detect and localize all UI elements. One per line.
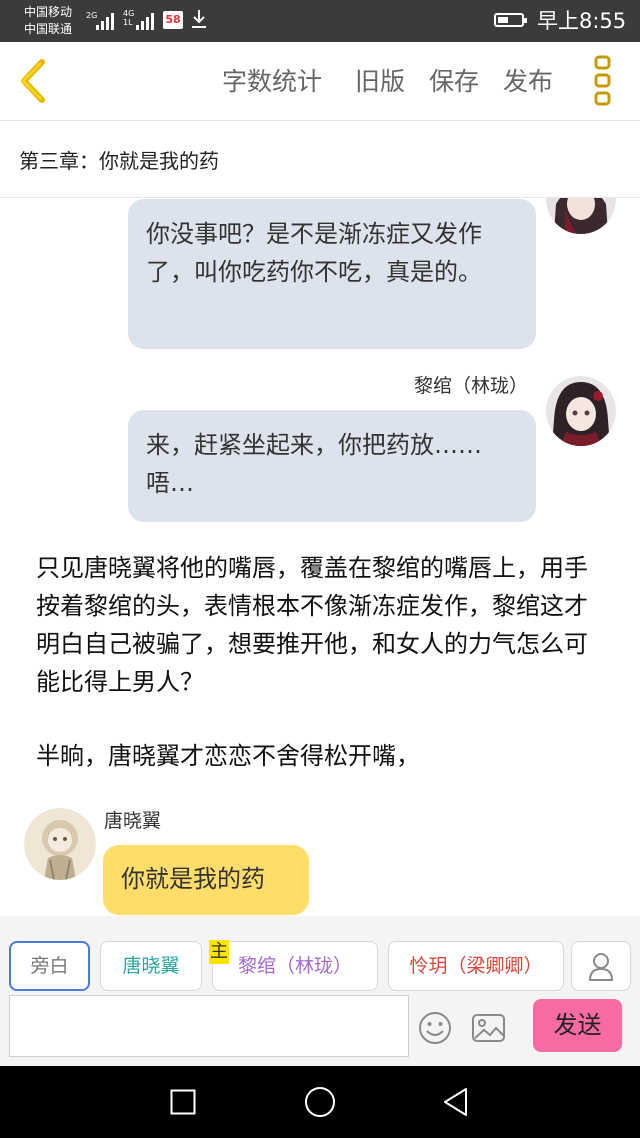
role-li-wan-button[interactable]: 主 黎绾（林珑）	[209, 940, 378, 991]
back-icon[interactable]	[440, 1086, 470, 1118]
save-button[interactable]: 保存	[429, 64, 479, 100]
speaker-name: 唐晓翼	[104, 810, 162, 832]
role-ling-yue-button[interactable]: 怜玥（梁卿卿）	[388, 941, 564, 991]
narration-paragraph[interactable]: 只见唐晓翼将他的嘴唇，覆盖在黎绾的嘴唇上，用手按着黎绾的头，表情根本不像渐冻症发…	[36, 549, 596, 701]
network-type-2a: 4G	[123, 9, 135, 18]
speaker-name: 黎绾（林珑）	[413, 375, 528, 397]
message-text: 你就是我的药	[121, 865, 265, 893]
message-input[interactable]	[9, 995, 409, 1057]
narration-paragraph[interactable]: 半晌，唐晓翼才恋恋不舍得松开嘴，	[36, 737, 596, 775]
avatar-tang-xiao-yi[interactable]	[24, 808, 96, 880]
publish-button[interactable]: 发布	[503, 64, 553, 100]
chat-area: 你没事吧？是不是渐冻症又发作了，叫你吃药你不吃，真是的。 黎绾（林珑） 来，赶紧…	[0, 198, 640, 916]
carrier-2: 中国联通	[24, 22, 73, 36]
status-bar: 中国移动 中国联通 2G 4G 1L 58 早上8:55	[0, 0, 640, 42]
clock: 早上8:55	[537, 9, 627, 33]
send-button[interactable]: 发送	[533, 999, 622, 1052]
system-nav-bar	[0, 1066, 640, 1138]
message-text: 来，赶紧坐起来，你把药放……唔…	[146, 431, 482, 497]
role-narrator-button[interactable]: 旁白	[9, 941, 90, 991]
old-version-button[interactable]: 旧版	[355, 64, 405, 100]
more-menu-icon[interactable]	[592, 55, 616, 107]
chapter-title[interactable]: 第三章：你就是我的药	[19, 147, 219, 175]
message-text: 你没事吧？是不是渐冻症又发作了，叫你吃药你不吃，真是的。	[146, 220, 482, 286]
avatar-lin-long[interactable]	[546, 376, 616, 446]
home-icon[interactable]	[304, 1086, 336, 1118]
role-label: 黎绾（林珑）	[237, 955, 352, 977]
editor-header: 字数统计 旧版 保存 发布	[0, 42, 640, 121]
carrier-1: 中国移动	[24, 5, 73, 19]
role-tang-xiao-yi-button[interactable]: 唐晓翼	[100, 941, 202, 991]
download-icon	[192, 10, 206, 28]
back-chevron-icon[interactable]	[14, 56, 54, 106]
message-bubble[interactable]: 你没事吧？是不是渐冻症又发作了，叫你吃药你不吃，真是的。	[128, 199, 536, 349]
network-type-2b: 1L	[123, 18, 133, 27]
app-58-icon: 58	[163, 11, 183, 29]
message-bubble-own[interactable]: 你就是我的药	[103, 845, 309, 915]
signal-2-icon	[136, 12, 154, 30]
chapter-title-bar: 第三章：你就是我的药	[0, 121, 640, 198]
battery-icon	[494, 13, 527, 27]
main-role-badge: 主	[209, 940, 229, 964]
word-count-button[interactable]: 字数统计	[222, 64, 322, 100]
carrier-labels: 中国移动 中国联通	[24, 4, 72, 38]
recent-apps-icon[interactable]	[170, 1089, 196, 1115]
image-icon[interactable]	[471, 1012, 507, 1044]
compose-panel: 旁白 唐晓翼 主 黎绾（林珑） 怜玥（梁卿卿） 发送	[0, 916, 640, 1066]
person-icon	[588, 953, 614, 981]
emoji-icon[interactable]	[417, 1010, 453, 1046]
character-manage-button[interactable]	[571, 941, 631, 991]
avatar-lin-long-partial	[546, 198, 616, 234]
message-bubble[interactable]: 来，赶紧坐起来，你把药放……唔…	[128, 410, 536, 522]
signal-1-icon	[96, 12, 114, 30]
